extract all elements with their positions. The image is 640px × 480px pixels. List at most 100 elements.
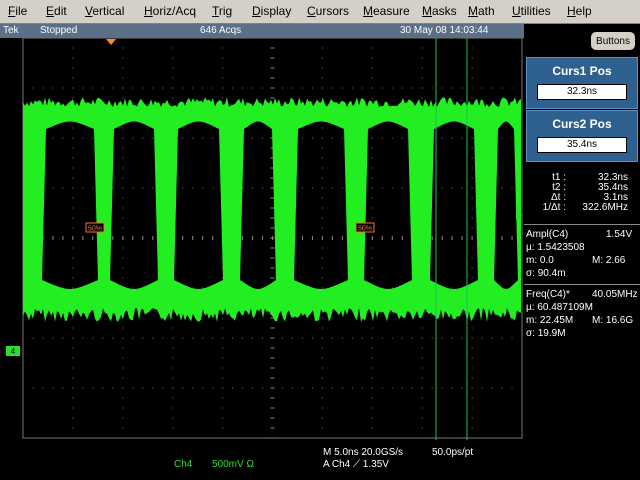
grid-dot <box>92 337 94 339</box>
grid-dot <box>22 87 24 89</box>
grid-dot <box>122 207 124 209</box>
grid-dot <box>112 387 114 389</box>
grid-dot <box>252 137 254 139</box>
grid-dot <box>222 97 224 99</box>
grid-dot <box>222 57 224 59</box>
grid-dot <box>122 127 124 129</box>
grid-dot <box>471 217 473 219</box>
grid-dot <box>321 377 323 379</box>
grid-dot <box>82 337 84 339</box>
freq-title[interactable]: Freq(C4)* <box>526 289 570 300</box>
grid-dot <box>321 47 323 49</box>
grid-dot <box>202 137 204 139</box>
curs1-pos-value[interactable]: 32.3ns <box>537 84 627 100</box>
grid-dot <box>391 387 393 389</box>
grid-dot <box>501 337 503 339</box>
grid-dot <box>321 217 323 219</box>
menu-measure[interactable]: Measure <box>363 4 410 18</box>
grid-dot <box>421 337 423 339</box>
grid-dot <box>321 327 323 329</box>
grid-dot <box>471 397 473 399</box>
trigger-position-marker[interactable] <box>106 39 116 45</box>
grid-dot <box>172 38 174 39</box>
grid-dot <box>321 367 323 369</box>
grid-dot <box>42 387 44 389</box>
menu-file[interactable]: File <box>8 4 27 18</box>
menu-vertical[interactable]: Vertical <box>85 4 124 18</box>
grid-dot <box>222 377 224 379</box>
grid-dot <box>401 337 403 339</box>
grid-dot <box>421 97 423 99</box>
grid-dot <box>122 57 124 59</box>
grid-dot <box>72 387 74 389</box>
menu-edit[interactable]: Edit <box>46 4 67 18</box>
curs2-pos-value[interactable]: 35.4ns <box>537 137 627 153</box>
grid-dot <box>122 367 124 369</box>
grid-dot <box>52 337 54 339</box>
grid-dot <box>172 377 174 379</box>
grid-dot <box>471 97 473 99</box>
grid-dot <box>172 427 174 429</box>
channel-scale[interactable]: 500mV Ω <box>212 459 254 470</box>
ampl-title[interactable]: Ampl(C4) <box>526 229 568 240</box>
grid-dot <box>72 97 74 99</box>
grid-dot <box>172 67 174 69</box>
panel-divider <box>524 284 640 285</box>
grid-dot <box>222 38 224 39</box>
timebase-readout[interactable]: M 5.0ns 20.0GS/s <box>323 447 403 458</box>
menu-help[interactable]: Help <box>567 4 592 18</box>
menu-utilities[interactable]: Utilities <box>512 4 551 18</box>
menu-math[interactable]: Math <box>468 4 495 18</box>
grid-dot <box>471 327 473 329</box>
grid-dot <box>122 157 124 159</box>
menu-trig[interactable]: Trig <box>212 4 232 18</box>
grid-dot <box>122 247 124 249</box>
grid-dot <box>371 137 373 139</box>
grid-dot <box>451 87 453 89</box>
grid-dot <box>391 337 393 339</box>
grid-dot <box>62 187 64 189</box>
grid-dot <box>321 347 323 349</box>
grid-dot <box>72 187 74 189</box>
waveform-display[interactable]: 50% 50% 4 <box>0 38 524 440</box>
grid-dot <box>142 87 144 89</box>
grid-dot <box>122 437 124 439</box>
grid-dot <box>401 137 403 139</box>
grid-dot <box>132 287 134 289</box>
grid-dot <box>321 187 323 189</box>
menu-cursors[interactable]: Cursors <box>307 4 349 18</box>
grid-dot <box>321 67 323 69</box>
menu-display[interactable]: Display <box>252 4 291 18</box>
trigger-readout[interactable]: A Ch4 ⟋ 1.35V <box>323 459 389 470</box>
grid-dot <box>321 427 323 429</box>
grid-dot <box>451 137 453 139</box>
grid-dot <box>421 77 423 79</box>
menu-masks[interactable]: Masks <box>422 4 457 18</box>
grid-dot <box>72 177 74 179</box>
grid-dot <box>122 347 124 349</box>
grid-dot <box>321 127 323 129</box>
grid-dot <box>301 137 303 139</box>
grid-dot <box>371 417 373 419</box>
grid-dot <box>301 87 303 89</box>
grid-dot <box>212 337 214 339</box>
menu-horiz-acq[interactable]: Horiz/Acq <box>144 4 196 18</box>
curs2-pos-box[interactable]: Curs2 Pos 35.4ns <box>526 110 638 162</box>
grid-dot <box>72 267 74 269</box>
inv-delta-t-label: 1/Δt : <box>542 202 566 213</box>
grid-dot <box>32 387 34 389</box>
grid-dot <box>421 38 423 39</box>
grid-dot <box>72 87 74 89</box>
grid-dot <box>22 337 24 339</box>
curs1-pos-box[interactable]: Curs1 Pos 32.3ns <box>526 57 638 109</box>
ref-level-marker-right: 50% <box>355 222 375 233</box>
grid-dot <box>232 87 234 89</box>
grid-dot <box>431 387 433 389</box>
channel-label[interactable]: Ch4 <box>174 459 192 470</box>
ch4-ground-marker[interactable]: 4 <box>6 346 20 356</box>
grid-dot <box>182 87 184 89</box>
grid-dot <box>222 327 224 329</box>
buttons-button[interactable]: Buttons <box>590 31 636 51</box>
grid-dot <box>471 377 473 379</box>
grid-dot <box>341 137 343 139</box>
